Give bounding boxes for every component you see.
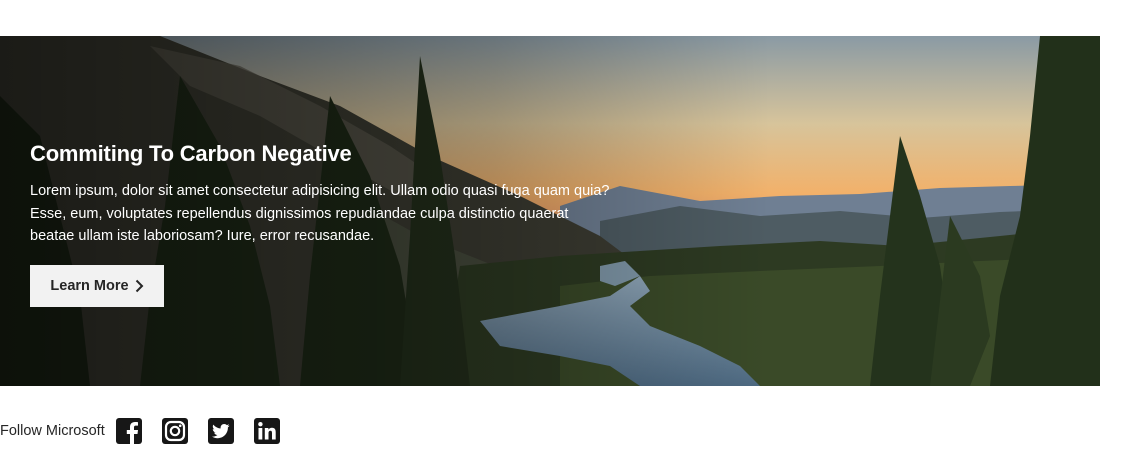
hero-title: Commiting To Carbon Negative (30, 141, 352, 166)
instagram-link[interactable] (161, 417, 189, 445)
hero-content: Commiting To Carbon Negative Lorem ipsum… (30, 140, 610, 248)
learn-more-label: Learn More (50, 278, 129, 294)
follow-label: Follow Microsoft (0, 423, 105, 439)
twitter-link[interactable] (207, 417, 235, 445)
instagram-icon (161, 418, 188, 444)
facebook-link[interactable] (115, 417, 143, 445)
follow-section: Follow Microsoft (0, 414, 299, 448)
facebook-icon (115, 418, 142, 445)
chevron-right-icon (135, 279, 143, 293)
learn-more-button[interactable]: Learn More (30, 265, 164, 307)
linkedin-icon (253, 418, 280, 444)
linkedin-link[interactable] (253, 417, 281, 445)
twitter-icon (207, 418, 234, 444)
hero-banner: Commiting To Carbon Negative Lorem ipsum… (0, 36, 1100, 386)
hero-description: Lorem ipsum, dolor sit amet consectetur … (30, 183, 610, 244)
